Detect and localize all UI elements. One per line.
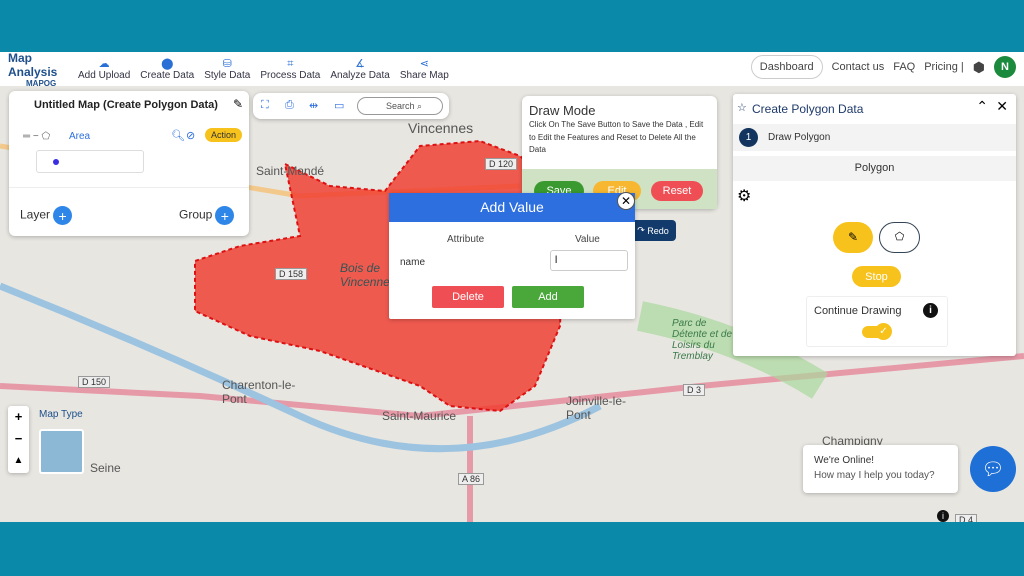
pricing-link[interactable]: Pricing | <box>924 61 964 73</box>
action-button[interactable]: Action <box>205 128 243 142</box>
map-toolbar: ⛶ ⎙ ⇹ ▭ Search ⌕ <box>253 93 449 119</box>
map-label: Joinville-le-Pont <box>566 394 627 422</box>
add-group-button[interactable]: Group + <box>179 206 235 225</box>
search-icon: ⌕ <box>417 101 423 111</box>
top-nav: Map Analysis MAPOG ☁ Add Upload ⬤ Create Da… <box>0 51 1024 88</box>
nav-share-map[interactable]: ⋖ Share Map <box>400 58 449 81</box>
map-label: Charenton-le-Pont <box>222 378 296 406</box>
fullscreen-icon[interactable]: ⛶ <box>261 99 269 112</box>
nav-analyze-data[interactable]: ∡ Analyze Data <box>330 58 389 81</box>
road-label: D 158 <box>275 268 308 280</box>
attribute-name: name <box>400 257 426 268</box>
avatar[interactable]: N <box>994 56 1016 78</box>
close-icon[interactable]: ✕ <box>996 98 1008 115</box>
map-label: Parc de Détente et de Loisirs du Trembla… <box>672 318 733 362</box>
continue-drawing-box: Continue Drawing i ✓ <box>806 296 948 347</box>
visibility-off-icon[interactable]: ⊘ <box>186 129 195 142</box>
add-layer-button[interactable]: Layer + <box>20 206 73 225</box>
map-canvas[interactable]: Vincennes Saint-Mandé Bois de Vincennes … <box>0 86 1024 522</box>
layer-style-swatch[interactable] <box>36 150 144 173</box>
stop-button[interactable]: Stop <box>852 266 901 287</box>
step-draw-polygon[interactable]: 1 Draw Polygon <box>733 124 1016 151</box>
cube-icon[interactable]: ⬢ <box>973 59 985 76</box>
zoom-to-layer-icon[interactable]: 🔍︎ <box>171 129 185 142</box>
delete-button[interactable]: Delete <box>432 286 504 308</box>
map-label: Saint-Mandé <box>256 164 325 178</box>
home-icon: ☆ <box>737 102 747 114</box>
map-type-thumbnail[interactable] <box>39 429 84 474</box>
continue-drawing-toggle[interactable]: ✓ <box>862 323 892 340</box>
attribution-info-icon[interactable]: i <box>937 510 949 522</box>
pencil-icon[interactable]: ✎ <box>233 97 243 111</box>
attribute-header: Attribute <box>447 234 485 245</box>
map-type-label: Map Type <box>39 409 83 420</box>
polygon-cursor-icon: ⬠ <box>894 231 905 243</box>
road-label: D 150 <box>78 376 111 388</box>
comment-icon[interactable]: ▭ <box>334 99 344 112</box>
dashboard-button[interactable]: Dashboard <box>750 55 823 79</box>
chat-icon[interactable]: 💬︎ <box>970 446 1016 492</box>
layer-panel: Untitled Map (Create Polygon Data) ✎ ═ −… <box>9 91 249 236</box>
north-arrow-icon[interactable]: ▲ <box>8 450 29 472</box>
step-label: Draw Polygon <box>768 132 831 143</box>
chat-line2: How may I help you today? <box>814 470 935 481</box>
road-label: D 4 <box>955 514 978 522</box>
section-title: Polygon <box>733 156 1016 181</box>
analyze-icon: ∡ <box>355 57 366 70</box>
panel-title: Create Polygon Data <box>752 102 864 116</box>
drag-handle-icon[interactable]: ═ − ⬠ <box>23 131 50 142</box>
nav-create-data[interactable]: ⬤ Create Data <box>140 58 194 81</box>
dialog-title: Add Value <box>389 193 635 222</box>
draw-tool-button[interactable]: ✎ <box>833 222 873 253</box>
road-label: D 3 <box>683 384 706 396</box>
nav-style-data[interactable]: ⛁ Style Data <box>204 58 250 81</box>
add-value-dialog: Add Value ✕ Attribute Value name l Delet… <box>389 192 635 319</box>
layer-name[interactable]: Area <box>69 131 90 142</box>
road-label: D 120 <box>485 158 518 170</box>
map-pin-icon: ⬤ <box>161 57 174 70</box>
paint-bucket-icon: ⛁ <box>222 57 232 70</box>
search-input[interactable]: Search ⌕ <box>357 97 443 115</box>
road-label: A 86 <box>458 473 485 485</box>
continue-drawing-label: Continue Drawing <box>814 305 902 317</box>
process-icon: ⌗ <box>287 57 294 70</box>
chat-line1: We're Online! <box>814 455 875 466</box>
plus-icon: + <box>53 206 73 225</box>
measure-icon[interactable]: ⇹ <box>309 99 318 112</box>
draw-mode-text: Click On The Save Button to Save the Dat… <box>529 120 704 154</box>
collapse-icon[interactable]: ⌃ <box>976 98 988 115</box>
nav-add-upload[interactable]: ☁ Add Upload <box>78 58 130 81</box>
cloud-upload-icon: ☁ <box>98 57 110 70</box>
reset-button[interactable]: Reset <box>651 181 703 201</box>
zoom-out-button[interactable]: − <box>8 428 29 450</box>
plus-icon: + <box>215 206 235 225</box>
map-label: Seine <box>90 461 121 475</box>
zoom-in-button[interactable]: + <box>8 406 29 428</box>
map-label: Saint-Maurice <box>382 409 457 423</box>
close-icon[interactable]: ✕ <box>617 192 635 210</box>
value-header: Value <box>575 234 600 245</box>
map-label: Vincennes <box>408 120 474 136</box>
faq-link[interactable]: FAQ <box>893 61 915 73</box>
map-title: Untitled Map (Create Polygon Data) <box>34 99 218 111</box>
zoom-controls: + − ▲ <box>8 406 29 473</box>
nav-process-data[interactable]: ⌗ Process Data <box>260 58 320 81</box>
info-icon[interactable]: i <box>923 303 938 318</box>
redo-icon: ↷ <box>637 225 648 235</box>
print-icon[interactable]: ⎙ <box>285 99 294 112</box>
select-tool-button[interactable]: ⬠ <box>879 222 920 253</box>
redo-button[interactable]: ↷ Redo <box>630 220 676 241</box>
check-icon: ✓ <box>875 323 892 340</box>
chat-bubble[interactable]: We're Online! How may I help you today? <box>803 445 958 493</box>
step-number: 1 <box>739 128 758 147</box>
value-input[interactable]: l <box>550 250 628 271</box>
share-icon: ⋖ <box>419 57 429 70</box>
add-button[interactable]: Add <box>512 286 584 308</box>
contact-link[interactable]: Contact us <box>832 61 885 73</box>
logo[interactable]: Map Analysis MAPOG <box>0 51 78 88</box>
pencil-icon: ✎ <box>847 230 859 244</box>
create-polygon-panel: ☆ Create Polygon Data ⌃ ✕ 1 Draw Polygon… <box>733 94 1016 356</box>
draw-mode-title: Draw Mode <box>529 103 596 118</box>
gear-icon[interactable]: ⚙ <box>737 186 751 206</box>
